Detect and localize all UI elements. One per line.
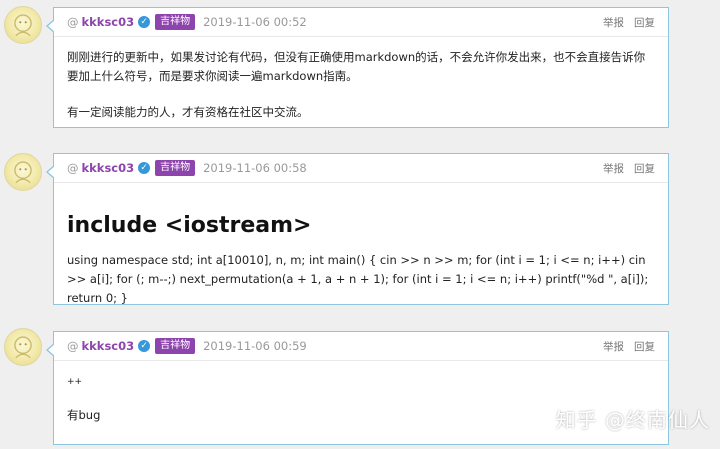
user-badge: 吉祥物 <box>155 160 196 176</box>
timestamp: 2019-11-06 00:52 <box>203 15 307 29</box>
comment-header: @ kkksc03 ✓ 吉祥物 2019-11-06 00:52 举报 回复 <box>54 8 668 37</box>
comment-heading: include <iostream> <box>67 213 312 238</box>
comment-actions: 举报 回复 <box>603 161 655 176</box>
comment-post: @ kkksc03 ✓ 吉祥物 2019-11-06 00:52 举报 回复 刚… <box>0 0 720 130</box>
username-link[interactable]: kkksc03 <box>82 339 135 353</box>
verified-icon: ✓ <box>138 340 151 352</box>
comment-actions: 举报 回复 <box>603 339 655 354</box>
comment-body: 刚刚进行的更新中，如果发讨论有代码，但没有正确使用markdown的话，不会允许… <box>54 37 668 122</box>
comment-body: include <iostream> using namespace std; … <box>54 183 668 308</box>
watermark: 知乎 @终南仙人 <box>555 408 710 432</box>
report-button[interactable]: 举报 <box>603 161 624 176</box>
avatar[interactable] <box>4 328 42 366</box>
comment-card: @ kkksc03 ✓ 吉祥物 2019-11-06 00:58 举报 回复 i… <box>46 153 669 308</box>
reply-button[interactable]: 回复 <box>634 161 655 176</box>
verified-icon: ✓ <box>138 16 151 28</box>
reply-button[interactable]: 回复 <box>634 339 655 354</box>
report-button[interactable]: 举报 <box>603 339 624 354</box>
user-badge: 吉祥物 <box>155 14 196 30</box>
report-button[interactable]: 举报 <box>603 15 624 30</box>
timestamp: 2019-11-06 00:58 <box>203 161 307 175</box>
comment-paragraph: 有一定阅读能力的人，才有资格在社区中交流。 <box>67 105 309 119</box>
at-symbol: @ <box>67 339 79 353</box>
comment-post: @ kkksc03 ✓ 吉祥物 2019-11-06 00:58 举报 回复 i… <box>0 147 720 307</box>
comment-header: @ kkksc03 ✓ 吉祥物 2019-11-06 00:59 举报 回复 <box>54 332 668 361</box>
username-link[interactable]: kkksc03 <box>82 161 135 175</box>
reply-button[interactable]: 回复 <box>634 15 655 30</box>
verified-icon: ✓ <box>138 162 151 174</box>
comment-code-text: using namespace std; int a[10010], n, m;… <box>67 253 649 305</box>
at-symbol: @ <box>67 15 79 29</box>
comment-card: @ kkksc03 ✓ 吉祥物 2019-11-06 00:52 举报 回复 刚… <box>46 7 669 128</box>
timestamp: 2019-11-06 00:59 <box>203 339 307 353</box>
avatar[interactable] <box>4 6 42 44</box>
user-badge: 吉祥物 <box>155 338 196 354</box>
comment-paragraph: 刚刚进行的更新中，如果发讨论有代码，但没有正确使用markdown的话，不会允许… <box>67 50 646 83</box>
at-symbol: @ <box>67 161 79 175</box>
comment-header: @ kkksc03 ✓ 吉祥物 2019-11-06 00:58 举报 回复 <box>54 154 668 183</box>
comment-actions: 举报 回复 <box>603 15 655 30</box>
avatar[interactable] <box>4 153 42 191</box>
comment-paragraph: ++ <box>67 377 83 387</box>
username-link[interactable]: kkksc03 <box>82 15 135 29</box>
